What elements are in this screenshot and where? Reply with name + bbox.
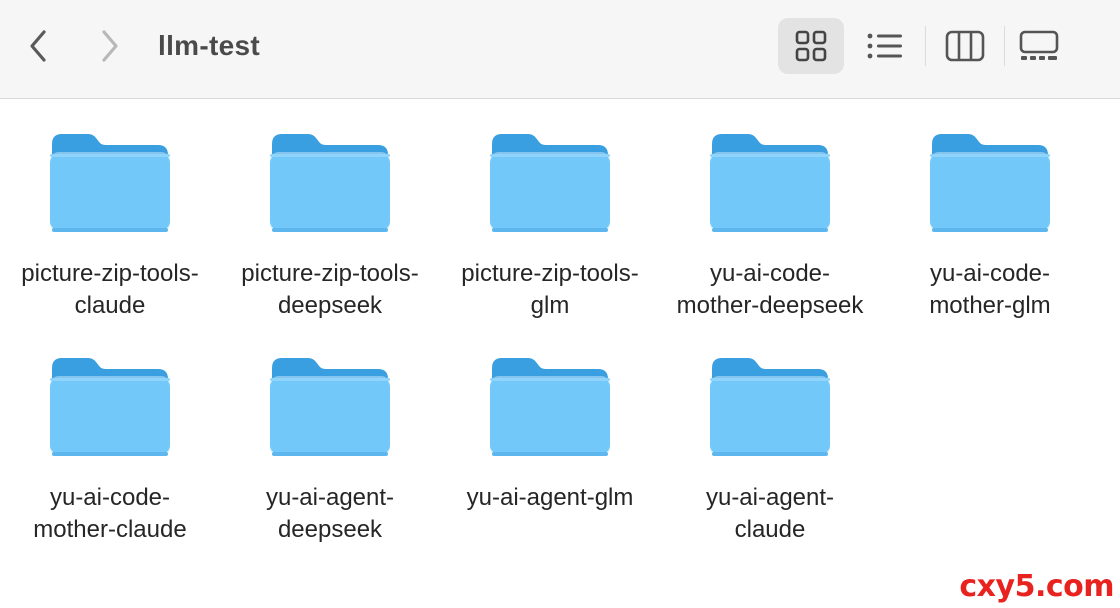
folder-item[interactable]: picture-zip-tools- glm — [440, 130, 660, 322]
folder-label: yu-ai-agent- claude — [705, 484, 835, 543]
folder-item[interactable]: yu-ai-code- mother-claude — [0, 354, 220, 546]
folder-label: yu-ai-code- mother-glm — [929, 260, 1051, 319]
list-icon — [867, 33, 902, 59]
back-button[interactable] — [18, 26, 58, 66]
folder-grid: picture-zip-tools- claude picture-zip-to… — [0, 130, 1100, 546]
folder-icon — [710, 134, 830, 232]
folder-item[interactable]: picture-zip-tools- claude — [0, 130, 220, 322]
folder-label: picture-zip-tools- glm — [461, 260, 639, 319]
forward-button[interactable] — [90, 26, 130, 66]
icon-view-button[interactable] — [778, 18, 844, 74]
chevron-right-icon — [102, 30, 118, 62]
columns-icon — [945, 30, 985, 62]
grid-icon — [795, 30, 827, 62]
watermark: cxy5.com — [959, 569, 1114, 604]
chevron-left-icon — [30, 30, 46, 62]
folder-item[interactable]: yu-ai-agent-glm — [440, 354, 660, 546]
column-view-button[interactable] — [932, 18, 998, 74]
toolbar-divider — [925, 26, 926, 66]
folder-icon — [270, 134, 390, 232]
finder-toolbar: llm-test — [0, 0, 1120, 99]
gallery-view-button[interactable] — [1006, 18, 1072, 74]
folder-icon — [50, 358, 170, 456]
folder-icon — [490, 134, 610, 232]
toolbar-divider — [1004, 26, 1005, 66]
folder-label: yu-ai-agent- deepseek — [265, 484, 395, 543]
folder-label: yu-ai-agent-glm — [466, 484, 634, 511]
folder-label: yu-ai-code- mother-deepseek — [676, 260, 864, 319]
folder-icon — [490, 358, 610, 456]
folder-item[interactable]: picture-zip-tools- deepseek — [220, 130, 440, 322]
folder-item[interactable]: yu-ai-code- mother-glm — [880, 130, 1100, 322]
folder-icon — [710, 358, 830, 456]
folder-item[interactable]: yu-ai-agent- deepseek — [220, 354, 440, 546]
list-view-button[interactable] — [852, 18, 918, 74]
window-title: llm-test — [158, 30, 260, 61]
folder-label: picture-zip-tools- deepseek — [241, 260, 419, 319]
folder-item[interactable]: yu-ai-agent- claude — [660, 354, 880, 546]
folder-label: picture-zip-tools- claude — [21, 260, 199, 319]
folder-label: yu-ai-code- mother-claude — [33, 484, 187, 543]
folder-icon — [270, 358, 390, 456]
folder-icon — [930, 134, 1050, 232]
gallery-icon — [1019, 30, 1059, 60]
folder-icon — [50, 134, 170, 232]
folder-item[interactable]: yu-ai-code- mother-deepseek — [660, 130, 880, 322]
